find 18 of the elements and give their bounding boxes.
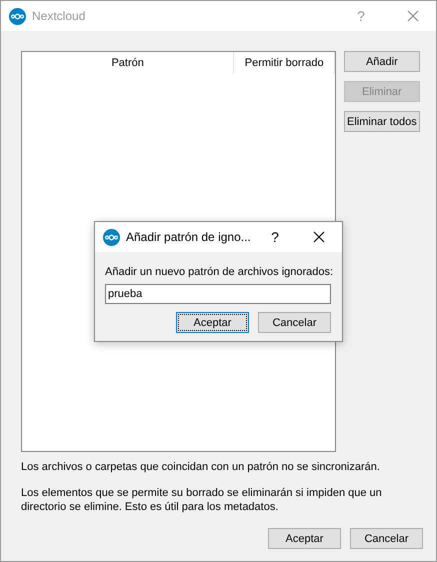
field-label: Añadir un nuevo patrón de archivos ignorados:	[105, 265, 331, 279]
close-icon[interactable]	[313, 231, 325, 243]
window-title: Nextcloud	[32, 9, 86, 23]
dialog-title: Añadir patrón de igno...	[126, 230, 252, 244]
cloud-logo-icon	[9, 8, 26, 24]
pattern-input[interactable]: prueba	[105, 284, 331, 304]
dialog-button[interactable]: Aceptar	[176, 312, 249, 333]
action-button[interactable]: Eliminar todos	[344, 111, 420, 132]
column-header[interactable]: Permitir borrado	[234, 52, 335, 74]
dialog-button[interactable]: Cancelar	[350, 528, 423, 549]
help-button[interactable]: ?	[260, 229, 290, 245]
dialog-button[interactable]: Cancelar	[258, 312, 331, 333]
dialog-button[interactable]: Aceptar	[268, 528, 341, 549]
action-button[interactable]: Añadir	[344, 51, 420, 72]
cloud-logo-icon	[103, 228, 120, 246]
column-header[interactable]: Patrón	[22, 52, 234, 74]
info-text: Los elementos que se permite su borrado se eliminarán si impiden que un directorio se elimine. Esto es útil para los metadatos.	[21, 486, 383, 514]
info-text: Los archivos o carpetas que coincidan con un patrón no se sincronizarán.	[21, 460, 381, 474]
